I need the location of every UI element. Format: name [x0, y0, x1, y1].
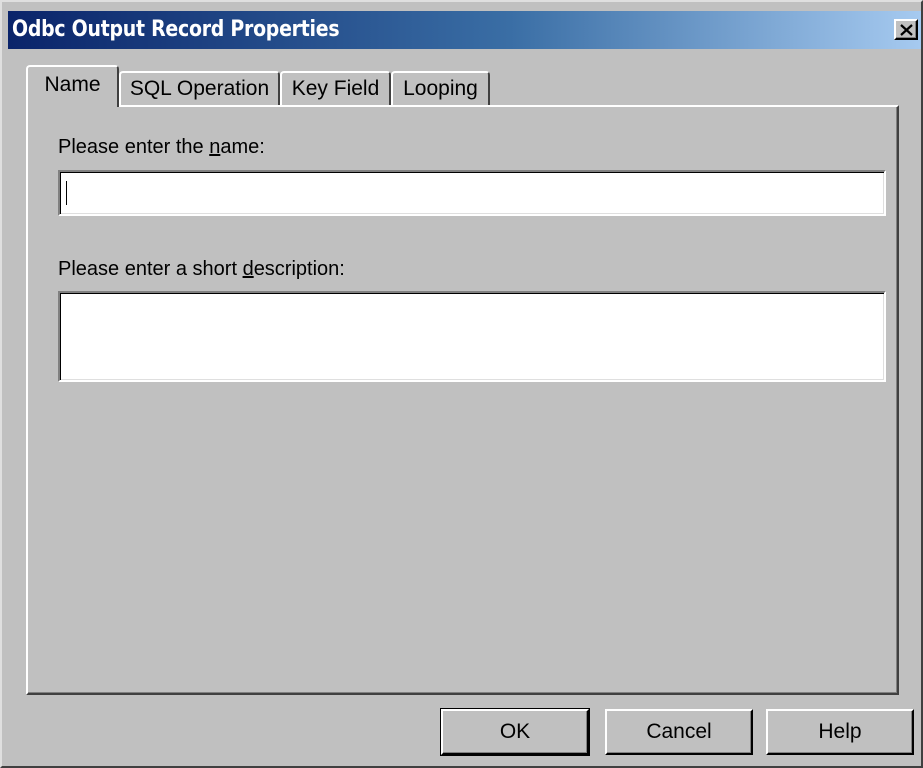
tab-sql-operation[interactable]: SQL Operation: [119, 71, 280, 107]
title-bar: Odbc Output Record Properties: [8, 11, 921, 49]
name-label: Please enter the name:: [58, 136, 265, 158]
tab-name[interactable]: Name: [26, 65, 119, 107]
window-title: Odbc Output Record Properties: [12, 17, 340, 42]
cancel-button[interactable]: Cancel: [605, 709, 753, 755]
tab-key-field-label: Key Field: [291, 77, 380, 100]
close-button[interactable]: [894, 19, 918, 40]
description-input[interactable]: [64, 297, 884, 376]
tab-sql-operation-label: SQL Operation: [129, 77, 270, 100]
name-field: [58, 170, 886, 216]
text-caret: [66, 181, 67, 205]
tab-looping-label: Looping: [403, 77, 478, 100]
tab-looping[interactable]: Looping: [391, 71, 490, 107]
dialog-window: Odbc Output Record Properties Name SQL O…: [0, 0, 923, 768]
close-icon: [900, 24, 913, 36]
description-label: Please enter a short description:: [58, 258, 345, 280]
ok-button[interactable]: OK: [440, 708, 590, 756]
name-input[interactable]: [64, 176, 884, 210]
tab-key-field[interactable]: Key Field: [280, 71, 391, 107]
tab-name-label: Name: [44, 73, 101, 96]
help-button[interactable]: Help: [766, 709, 914, 755]
description-field: [58, 291, 886, 382]
